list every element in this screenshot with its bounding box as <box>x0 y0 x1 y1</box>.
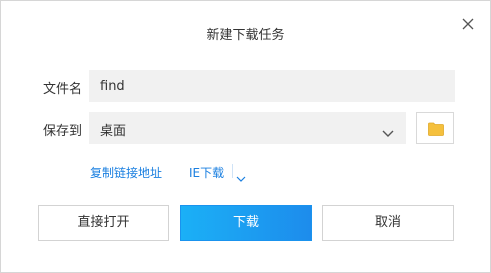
chevron-down-icon <box>382 123 394 137</box>
filename-input[interactable] <box>89 70 455 102</box>
save-location-select[interactable]: 桌面 <box>89 112 406 144</box>
folder-icon <box>428 122 444 136</box>
open-directly-button[interactable]: 直接打开 <box>38 205 169 241</box>
dialog-title: 新建下载任务 <box>206 28 285 43</box>
browse-folder-button[interactable] <box>416 112 454 144</box>
ie-download-link[interactable]: IE下载 <box>189 164 224 181</box>
close-icon[interactable] <box>460 16 476 32</box>
cancel-button[interactable]: 取消 <box>322 205 454 241</box>
copy-link-address-link[interactable]: 复制链接地址 <box>90 164 162 181</box>
new-download-dialog: 新建下载任务 文件名 保存到 桌面 复制链接地址 IE下载 直接打开 下载 取消 <box>0 0 491 273</box>
ie-download-divider <box>232 164 233 178</box>
filename-label: 文件名 <box>43 82 83 97</box>
filename-field-wrapper <box>89 70 455 102</box>
download-button[interactable]: 下载 <box>180 205 312 241</box>
save-location-value: 桌面 <box>100 124 127 139</box>
save-to-label: 保存到 <box>43 124 83 139</box>
chevron-down-icon[interactable] <box>236 168 246 187</box>
